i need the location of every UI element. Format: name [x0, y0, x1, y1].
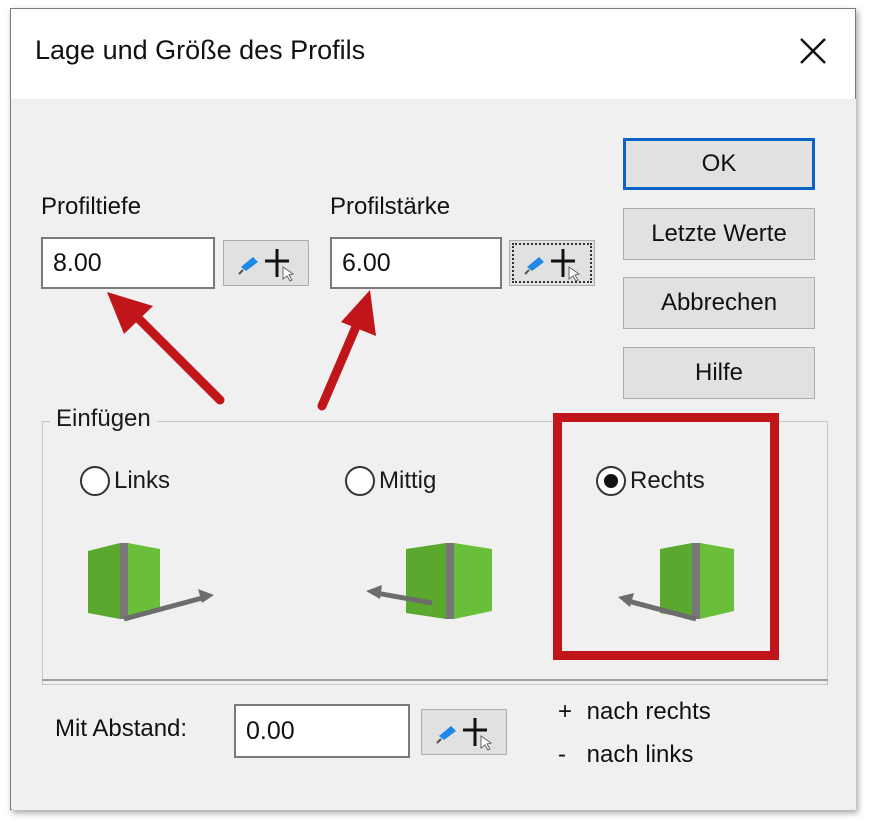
annotation-arrows: [107, 290, 376, 411]
annotation-arrow-right: [317, 290, 376, 411]
annotation-arrow-left: [107, 292, 225, 405]
